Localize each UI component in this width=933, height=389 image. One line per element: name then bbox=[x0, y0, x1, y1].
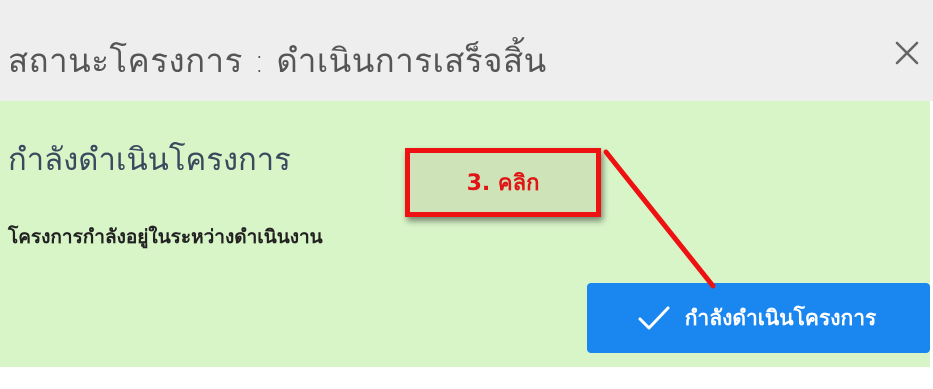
status-description: โครงการกำลังอยู่ในระหว่างดำเนินงาน bbox=[8, 226, 323, 248]
check-icon bbox=[638, 306, 670, 330]
modal-title: สถานะโครงการ : ดำเนินการเสร็จสิ้น bbox=[8, 41, 547, 80]
status-panel: กำลังดำเนินโครงการ โครงการกำลังอยู่ในระห… bbox=[0, 101, 930, 367]
close-icon[interactable] bbox=[887, 30, 927, 76]
button-label: กำลังดำเนินโครงการ bbox=[684, 305, 877, 330]
status-heading: กำลังดำเนินโครงการ bbox=[8, 142, 291, 178]
callout-box: 3. คลิก bbox=[405, 148, 601, 217]
modal-header: สถานะโครงการ : ดำเนินการเสร็จสิ้น bbox=[0, 0, 933, 101]
in-progress-button[interactable]: กำลังดำเนินโครงการ bbox=[587, 283, 930, 353]
callout-label: 3. คลิก bbox=[466, 171, 540, 196]
